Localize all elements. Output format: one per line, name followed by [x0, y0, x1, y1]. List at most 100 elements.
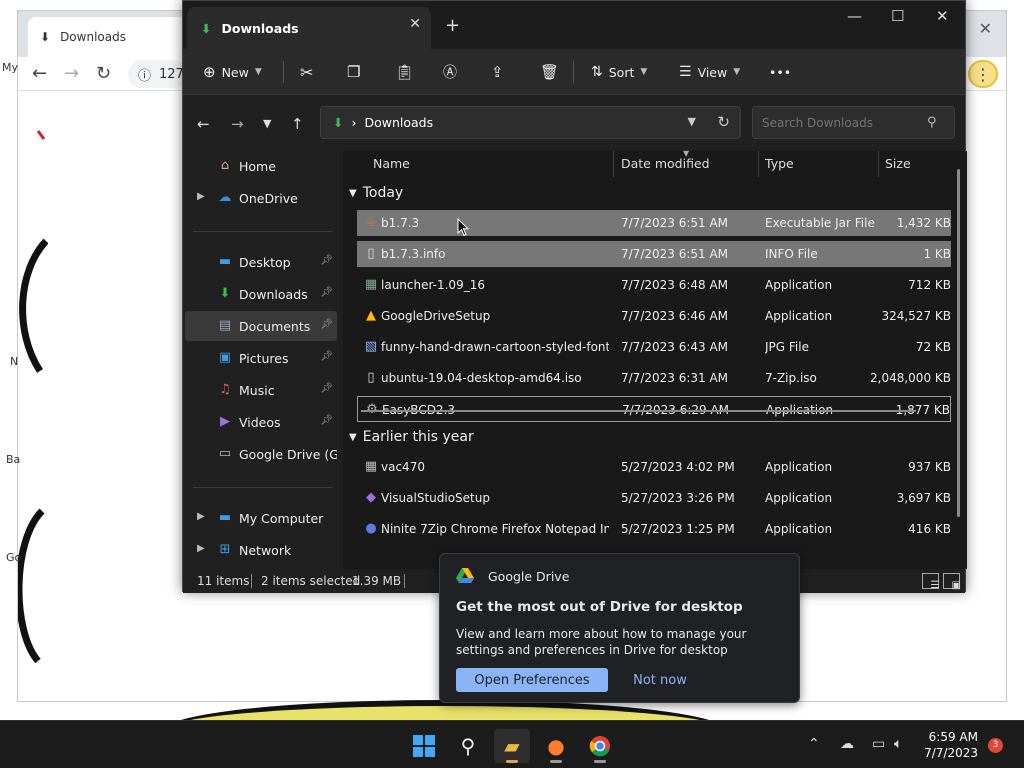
minimize-button[interactable]: —: [847, 7, 862, 25]
desktop-icon: ▬: [218, 254, 232, 269]
delete-button[interactable]: 🗑︎: [540, 59, 559, 85]
browser-tab[interactable]: ⬇ Downloads: [28, 17, 188, 57]
horizontal-scrollbar[interactable]: [361, 410, 916, 412]
rename-button[interactable]: Ⓐ: [443, 59, 457, 85]
pin-icon[interactable]: 📌︎: [320, 383, 333, 394]
pin-icon[interactable]: 📌︎: [320, 319, 333, 330]
chevron-right-icon[interactable]: ▶: [197, 191, 205, 202]
cloud-offline-icon[interactable]: ☁: [840, 736, 854, 752]
nav-item-network[interactable]: ▶ ⊞ Network: [185, 535, 337, 565]
search-icon: ⚲: [460, 734, 476, 758]
nav-item-home[interactable]: ⌂ Home: [185, 151, 337, 181]
nav-item-music[interactable]: ♫ Music 📌︎: [185, 375, 337, 405]
forward-arrow-icon[interactable]: →: [231, 115, 244, 133]
nav-item-downloads[interactable]: ⬇ Downloads 📌︎: [185, 279, 337, 309]
nav-item-desktop[interactable]: ▬ Desktop 📌︎: [185, 247, 337, 277]
table-row[interactable]: ● Ninite 7Zip Chrome Firefox Notepad Ins…: [357, 516, 951, 542]
table-row[interactable]: ▯ ubuntu-19.04-desktop-amd64.iso 7/7/202…: [357, 365, 951, 391]
volume-icon[interactable]: 🔈︎: [894, 736, 902, 752]
pin-icon[interactable]: 📌︎: [320, 351, 333, 362]
view-button[interactable]: ☰ View ▼: [679, 59, 740, 85]
column-header-size[interactable]: Size: [885, 156, 911, 171]
column-header-name[interactable]: Name: [373, 156, 410, 171]
group-header-today[interactable]: ▼ Today: [349, 185, 403, 201]
pin-icon[interactable]: 📌︎: [320, 415, 333, 426]
close-tab-icon[interactable]: ✕: [409, 16, 421, 32]
pin-icon[interactable]: 📌︎: [320, 255, 333, 266]
nav-item-my-computer[interactable]: ▶ ▬ My Computer: [185, 503, 337, 533]
pin-icon[interactable]: 📌︎: [320, 287, 333, 298]
new-button[interactable]: ⊕ New ▼: [203, 59, 262, 85]
search-input[interactable]: [752, 106, 955, 139]
address-bar[interactable]: ⬇ › Downloads ▼ ↻: [320, 106, 741, 139]
column-header-date[interactable]: Date modified: [621, 156, 710, 171]
tiles-view-button[interactable]: ▣: [943, 573, 961, 591]
sort-button[interactable]: ⇅ Sort ▼: [591, 59, 647, 85]
recent-locations-chevron-icon[interactable]: ▼: [263, 117, 271, 130]
firefox-taskbar-button[interactable]: ●: [538, 729, 574, 763]
up-arrow-icon[interactable]: ↑: [291, 115, 304, 133]
chevron-down-icon[interactable]: ▼: [688, 115, 696, 128]
nav-item-google-drive[interactable]: ▭ Google Drive (G:: [185, 439, 337, 469]
forward-arrow-icon[interactable]: →: [64, 63, 79, 84]
table-row[interactable]: ☕ b1.7.3 7/7/2023 6:51 AM Executable Jar…: [357, 210, 951, 236]
file-size: 324,527 KB: [881, 309, 951, 323]
column-header-type[interactable]: Type: [765, 156, 794, 171]
cut-button[interactable]: ✂: [300, 59, 313, 85]
maximize-button[interactable]: ☐: [891, 7, 904, 25]
file-date: 7/7/2023 6:43 AM: [621, 340, 729, 354]
chrome-taskbar-button[interactable]: [582, 729, 618, 763]
details-view-button[interactable]: ☰: [922, 573, 939, 591]
reload-icon[interactable]: ↻: [96, 63, 111, 84]
system-clock[interactable]: 6:59 AM 7/7/2023: [912, 729, 978, 761]
table-row[interactable]: ▲ GoogleDriveSetup 7/7/2023 6:46 AM Appl…: [357, 303, 951, 329]
chevron-right-icon[interactable]: ▶: [197, 511, 205, 522]
network-icon[interactable]: ▭: [872, 736, 885, 752]
nav-item-onedrive[interactable]: ▶ ☁ OneDrive: [185, 183, 337, 213]
more-options-button[interactable]: •••: [769, 59, 791, 85]
nav-item-videos[interactable]: ▶ Videos 📌︎: [185, 407, 337, 437]
table-row[interactable]: ◆ VisualStudioSetup 5/27/2023 3:26 PM Ap…: [357, 485, 951, 511]
table-row[interactable]: ▯ b1.7.3.info 7/7/2023 6:51 AM INFO File…: [357, 241, 951, 267]
background-label: N: [10, 355, 19, 368]
not-now-button[interactable]: Not now: [623, 668, 697, 692]
nav-item-documents[interactable]: ▤ Documents 📌︎: [185, 311, 337, 341]
back-arrow-icon[interactable]: ←: [32, 63, 47, 84]
paste-button[interactable]: 📋︎: [395, 59, 414, 85]
notification-badge[interactable]: 3: [988, 738, 1003, 753]
address-current-folder[interactable]: Downloads: [364, 115, 433, 130]
nav-item-pictures[interactable]: ▣ Pictures 📌︎: [185, 343, 337, 373]
start-button[interactable]: [406, 729, 442, 763]
browser-address-text: 127: [159, 66, 184, 82]
vertical-scrollbar[interactable]: [957, 169, 960, 517]
browser-close-icon[interactable]: ✕: [979, 19, 992, 38]
browser-address-bar[interactable]: ⓘ 127: [128, 60, 188, 88]
google-drive-icon: [456, 568, 474, 583]
notification-app-name: Google Drive: [488, 568, 570, 584]
group-header-earlier-this-year[interactable]: ▼ Earlier this year: [349, 429, 474, 445]
background-label: Ba: [6, 453, 21, 466]
browser-menu-button[interactable]: ⋮: [968, 60, 998, 88]
search-button[interactable]: ⚲: [450, 729, 486, 763]
file-explorer-taskbar-button[interactable]: ▰: [494, 729, 530, 763]
computer-icon: ▬: [218, 510, 232, 525]
file-icon: ▯: [367, 370, 375, 385]
table-row[interactable]: ⚙ EasyBCD2.3 7/7/2023 6:29 AM Applicatio…: [357, 396, 951, 422]
copy-button[interactable]: ❐: [347, 59, 360, 85]
chevron-right-icon[interactable]: ▶: [197, 543, 205, 554]
column-divider[interactable]: [878, 151, 879, 177]
back-arrow-icon[interactable]: ←: [197, 115, 210, 133]
view-label: View: [697, 64, 728, 80]
open-preferences-button[interactable]: Open Preferences: [456, 668, 608, 692]
column-divider[interactable]: [758, 151, 759, 177]
column-divider[interactable]: [613, 151, 614, 177]
table-row[interactable]: ▧ funny-hand-drawn-cartoon-styled-font-.…: [357, 334, 951, 360]
table-row[interactable]: ▦ launcher-1.09_16 7/7/2023 6:48 AM Appl…: [357, 272, 951, 298]
share-button[interactable]: ⇪: [491, 59, 504, 85]
new-tab-button[interactable]: +: [445, 15, 460, 36]
explorer-tab-downloads[interactable]: ⬇ Downloads ✕: [187, 7, 431, 49]
table-row[interactable]: ▦ vac470 5/27/2023 4:02 PM Application 9…: [357, 454, 951, 480]
refresh-icon[interactable]: ↻: [717, 113, 730, 131]
chevron-up-icon[interactable]: ⌃: [808, 736, 820, 752]
close-window-button[interactable]: ✕: [936, 7, 949, 25]
